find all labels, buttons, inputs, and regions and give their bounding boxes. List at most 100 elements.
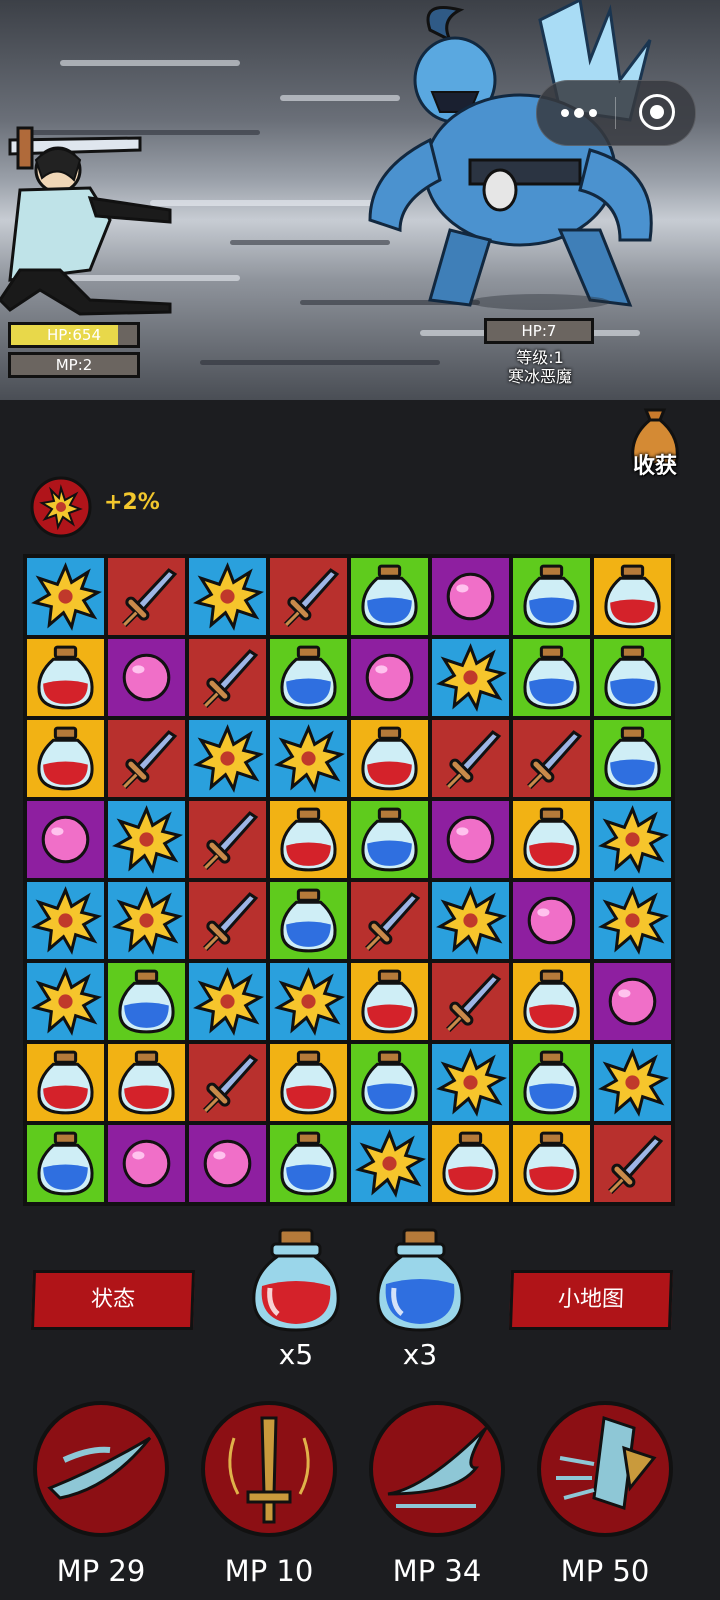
red-potion-tile[interactable] <box>27 1044 104 1121</box>
skill-4-button[interactable] <box>534 1398 676 1540</box>
sword-tile[interactable] <box>351 882 428 959</box>
harvest-button[interactable]: 收获 <box>620 404 690 490</box>
pink-orb-icon <box>41 815 90 864</box>
more-options-icon[interactable] <box>557 99 601 127</box>
pink-orb-tile[interactable] <box>27 801 104 878</box>
red-potion-icon <box>252 1228 340 1332</box>
blue-potion-tile[interactable] <box>513 1044 590 1121</box>
explosion-tile[interactable] <box>432 1044 509 1121</box>
explosion-tile[interactable] <box>594 801 671 878</box>
blue-potion-tile[interactable] <box>351 801 428 878</box>
blue-potion-tile[interactable] <box>270 639 347 716</box>
blue-potion-tile[interactable] <box>513 639 590 716</box>
sword-tile[interactable] <box>513 720 590 797</box>
explosion-tile[interactable] <box>270 963 347 1040</box>
explosion-tile[interactable] <box>432 639 509 716</box>
red-potion-tile[interactable] <box>27 639 104 716</box>
explosion-tile[interactable] <box>270 720 347 797</box>
pink-orb-tile[interactable] <box>351 639 428 716</box>
pink-orb-icon <box>365 653 414 702</box>
red-potion-icon <box>280 1050 337 1115</box>
explosion-tile[interactable] <box>108 882 185 959</box>
red-potion-icon <box>280 807 337 872</box>
sword-tile[interactable] <box>189 882 266 959</box>
blue-potion-tile[interactable] <box>594 639 671 716</box>
red-potion-icon <box>37 1050 94 1115</box>
explosion-tile[interactable] <box>27 963 104 1040</box>
enemy-info: 等级:1 寒冰恶魔 <box>480 348 600 386</box>
blue-potion-tile[interactable] <box>270 882 347 959</box>
sword-tile[interactable] <box>270 558 347 635</box>
explosion-icon <box>31 886 102 955</box>
sword-tile[interactable] <box>108 720 185 797</box>
wave-slash-icon <box>369 1401 505 1537</box>
red-potion-tile[interactable] <box>513 963 590 1040</box>
sword-tile[interactable] <box>432 720 509 797</box>
blue-potion-tile[interactable] <box>513 558 590 635</box>
explosion-tile[interactable] <box>189 720 266 797</box>
sword-icon <box>446 973 502 1033</box>
red-potion-tile[interactable] <box>513 801 590 878</box>
red-potion-tile[interactable] <box>270 1044 347 1121</box>
red-potion-tile[interactable] <box>108 1044 185 1121</box>
red-potion-tile[interactable] <box>27 720 104 797</box>
skill-1-button[interactable] <box>30 1398 172 1540</box>
blue-potion-tile[interactable] <box>351 1044 428 1121</box>
red-potion-tile[interactable] <box>351 963 428 1040</box>
skill-4-cost: MP 50 <box>560 1554 650 1588</box>
pink-orb-tile[interactable] <box>108 639 185 716</box>
explosion-tile[interactable] <box>189 963 266 1040</box>
blue-potion-tile[interactable] <box>27 1125 104 1202</box>
explosion-tile[interactable] <box>594 1044 671 1121</box>
close-target-icon[interactable] <box>639 94 675 130</box>
enemy-name: 寒冰恶魔 <box>507 367 572 386</box>
explosion-tile[interactable] <box>108 801 185 878</box>
red-potion-tile[interactable] <box>432 1125 509 1202</box>
explosion-tile[interactable] <box>594 882 671 959</box>
explosion-tile[interactable] <box>351 1125 428 1202</box>
explosion-tile[interactable] <box>189 558 266 635</box>
blue-potion-tile[interactable] <box>108 963 185 1040</box>
sword-tile[interactable] <box>189 1044 266 1121</box>
blue-potion-icon <box>604 645 661 710</box>
skill-1-cost: MP 29 <box>56 1554 146 1588</box>
blue-potion-tile[interactable] <box>351 558 428 635</box>
pink-orb-tile[interactable] <box>108 1125 185 1202</box>
pink-orb-tile[interactable] <box>594 963 671 1040</box>
skill-2-cost: MP 10 <box>224 1554 314 1588</box>
pink-orb-tile[interactable] <box>189 1125 266 1202</box>
sword-tile[interactable] <box>432 963 509 1040</box>
explosion-tile[interactable] <box>27 558 104 635</box>
sword-tile[interactable] <box>189 639 266 716</box>
blue-potion-icon <box>523 1050 580 1115</box>
explosion-tile[interactable] <box>27 882 104 959</box>
status-button[interactable]: 状态 <box>30 1270 196 1330</box>
skill-3-button[interactable] <box>366 1398 508 1540</box>
sword-tile[interactable] <box>189 801 266 878</box>
blue-potion-icon <box>523 645 580 710</box>
explosion-icon <box>355 1129 426 1198</box>
sword-tile[interactable] <box>594 1125 671 1202</box>
explosion-tile[interactable] <box>432 882 509 959</box>
red-potion-tile[interactable] <box>513 1125 590 1202</box>
explosion-icon <box>274 724 345 793</box>
red-potion-tile[interactable] <box>270 801 347 878</box>
blade-burst-icon <box>537 1401 673 1537</box>
pink-orb-icon <box>527 896 576 945</box>
blue-potion-tile[interactable] <box>594 720 671 797</box>
blue-potion-tile[interactable] <box>270 1125 347 1202</box>
match-board[interactable] <box>23 554 675 1206</box>
blue-potion-icon <box>523 564 580 629</box>
pink-orb-tile[interactable] <box>432 801 509 878</box>
minimap-button[interactable]: 小地图 <box>508 1270 674 1330</box>
sword-tile[interactable] <box>108 558 185 635</box>
red-potion-tile[interactable] <box>351 720 428 797</box>
pink-orb-tile[interactable] <box>432 558 509 635</box>
skill-2-button[interactable] <box>198 1398 340 1540</box>
player-mp-bar: MP:2 <box>8 352 140 378</box>
red-potion-tile[interactable] <box>594 558 671 635</box>
blue-potion-button[interactable] <box>372 1226 468 1336</box>
red-potion-button[interactable] <box>248 1226 344 1336</box>
pink-orb-tile[interactable] <box>513 882 590 959</box>
sword-aura-icon <box>201 1401 337 1537</box>
